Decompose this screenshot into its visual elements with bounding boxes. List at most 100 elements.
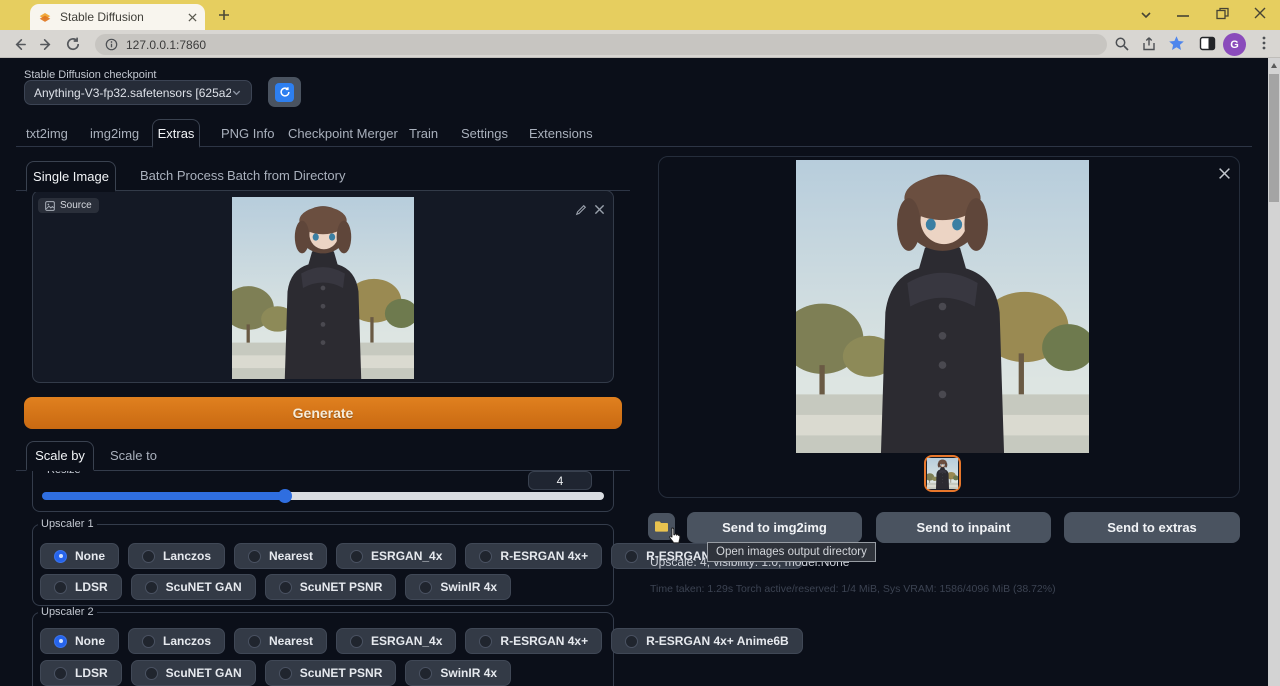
- chip-label: R-ESRGAN 4x+ Anime6B: [646, 634, 789, 648]
- profile-avatar[interactable]: G: [1223, 33, 1246, 56]
- chip-label: ScuNET GAN: [166, 666, 242, 680]
- radio-icon: [248, 550, 261, 563]
- send-to-extras-label: Send to extras: [1107, 520, 1197, 535]
- send-to-img2img-button[interactable]: Send to img2img: [687, 512, 862, 543]
- send-to-extras-button[interactable]: Send to extras: [1064, 512, 1240, 543]
- upscaler1-option-ldsr[interactable]: LDSR: [40, 574, 122, 600]
- radio-icon: [279, 581, 292, 594]
- send-to-inpaint-button[interactable]: Send to inpaint: [876, 512, 1051, 543]
- chip-label: ESRGAN_4x: [371, 549, 442, 563]
- close-window-button[interactable]: [1254, 7, 1266, 19]
- forward-button[interactable]: [39, 37, 54, 52]
- tab-settings[interactable]: Settings: [461, 126, 508, 141]
- screen: Stable Diffusion 127.0.0.1:7860: [0, 0, 1280, 686]
- upscaler1-label: Upscaler 1: [38, 518, 97, 530]
- tab-img2img[interactable]: img2img: [90, 126, 139, 141]
- radio-icon: [248, 635, 261, 648]
- source-chip: Source: [38, 198, 99, 213]
- gallery-close-icon[interactable]: [1218, 167, 1231, 180]
- new-tab-button[interactable]: [218, 9, 230, 21]
- tab-scale-by[interactable]: Scale by: [26, 441, 94, 471]
- upscaler1-option-scunet-psnr[interactable]: ScuNET PSNR: [265, 574, 397, 600]
- share-icon[interactable]: [1141, 36, 1157, 52]
- avatar-letter: G: [1230, 39, 1239, 51]
- upscaler2-option-esrgan4x[interactable]: ESRGAN_4x: [336, 628, 456, 654]
- chip-label: ScuNET GAN: [166, 580, 242, 594]
- upscaler2-option-none[interactable]: None: [40, 628, 119, 654]
- scrollbar-thumb[interactable]: [1269, 74, 1279, 202]
- radio-icon: [419, 667, 432, 680]
- gradio-favicon: [38, 10, 52, 24]
- minimize-button[interactable]: [1177, 14, 1189, 18]
- main-tabs-divider: [16, 146, 1252, 147]
- resize-slider-handle[interactable]: [278, 489, 292, 503]
- upscaler2-option-scunet-psnr[interactable]: ScuNET PSNR: [265, 660, 397, 686]
- edit-image-icon[interactable]: [575, 204, 587, 216]
- upscaler2-option-swinir4x[interactable]: SwinIR 4x: [405, 660, 511, 686]
- chip-label: None: [75, 549, 105, 563]
- upscaler1-option-nearest[interactable]: Nearest: [234, 543, 327, 569]
- tab-close-icon[interactable]: [188, 13, 197, 22]
- upscaler1-option-lanczos[interactable]: Lanczos: [128, 543, 225, 569]
- chip-label: SwinIR 4x: [440, 580, 497, 594]
- upscaler2-option-lanczos[interactable]: Lanczos: [128, 628, 225, 654]
- tab-batch-process[interactable]: Batch Process: [140, 168, 224, 183]
- tab-checkpoint-merger[interactable]: Checkpoint Merger: [288, 126, 398, 141]
- tab-single-image[interactable]: Single Image: [26, 161, 116, 192]
- upscaler1-option-esrgan4x[interactable]: ESRGAN_4x: [336, 543, 456, 569]
- clear-image-icon[interactable]: [594, 204, 605, 215]
- source-image[interactable]: [232, 197, 414, 379]
- upscaler2-option-ldsr[interactable]: LDSR: [40, 660, 122, 686]
- radio-icon: [54, 581, 67, 594]
- refresh-icon: [275, 83, 294, 102]
- upscaler2-option-nearest[interactable]: Nearest: [234, 628, 327, 654]
- upscaler2-option-scunet-gan[interactable]: ScuNET GAN: [131, 660, 256, 686]
- maximize-button[interactable]: [1216, 7, 1229, 20]
- back-button[interactable]: [12, 37, 27, 52]
- upscaler2-label: Upscaler 2: [38, 606, 97, 618]
- chip-label: R-ESRGAN 4x+: [500, 549, 588, 563]
- tab-batch-from-directory[interactable]: Batch from Directory: [227, 168, 345, 183]
- bookmark-star-icon[interactable]: [1168, 35, 1185, 52]
- upscaler1-option-resrgan4x[interactable]: R-ESRGAN 4x+: [465, 543, 602, 569]
- refresh-checkpoints-button[interactable]: [268, 77, 301, 107]
- resize-slider-track[interactable]: [42, 492, 604, 500]
- radio-icon: [145, 581, 158, 594]
- image-icon: [45, 201, 55, 211]
- upscaler2-option-resrgan4x[interactable]: R-ESRGAN 4x+: [465, 628, 602, 654]
- radio-icon: [419, 581, 432, 594]
- tab-extensions[interactable]: Extensions: [529, 126, 593, 141]
- resize-panel: [32, 470, 614, 512]
- tab-search-chevron-icon[interactable]: [1139, 8, 1153, 22]
- browser-tab[interactable]: Stable Diffusion: [30, 4, 205, 30]
- checkpoint-dropdown[interactable]: Anything-V3-fp32.safetensors [625a2ba2]: [24, 80, 252, 105]
- chevron-down-icon: [231, 87, 242, 98]
- upscaler1-option-none[interactable]: None: [40, 543, 119, 569]
- scrollbar-up-arrow[interactable]: [1271, 63, 1277, 68]
- tab-extras[interactable]: Extras: [152, 119, 200, 148]
- side-panel-icon[interactable]: [1199, 35, 1216, 52]
- upscaler1-option-scunet-gan[interactable]: ScuNET GAN: [131, 574, 256, 600]
- upscaler2-option-resrgan-anime6b[interactable]: R-ESRGAN 4x+ Anime6B: [611, 628, 803, 654]
- send-to-img2img-label: Send to img2img: [722, 520, 827, 535]
- tab-train[interactable]: Train: [409, 126, 438, 141]
- chip-label: LDSR: [75, 580, 108, 594]
- tab-png-info[interactable]: PNG Info: [221, 126, 274, 141]
- tab-txt2img[interactable]: txt2img: [26, 126, 68, 141]
- browser-menu-icon[interactable]: [1257, 35, 1271, 51]
- checkpoint-value: Anything-V3-fp32.safetensors [625a2ba2]: [34, 86, 231, 100]
- reload-button[interactable]: [65, 36, 81, 52]
- generate-button[interactable]: Generate: [24, 397, 622, 429]
- upscaler1-option-swinir4x[interactable]: SwinIR 4x: [405, 574, 511, 600]
- resize-value-input[interactable]: 4: [528, 471, 592, 490]
- site-info-icon[interactable]: [105, 38, 118, 51]
- gallery-thumbnail[interactable]: [924, 455, 961, 492]
- tab-scale-to[interactable]: Scale to: [110, 448, 157, 463]
- chip-label: LDSR: [75, 666, 108, 680]
- chip-label: ESRGAN_4x: [371, 634, 442, 648]
- zoom-icon[interactable]: [1114, 36, 1130, 52]
- result-image[interactable]: [796, 160, 1089, 453]
- address-bar[interactable]: 127.0.0.1:7860: [95, 34, 1107, 55]
- source-label: Source: [60, 200, 92, 211]
- radio-icon: [350, 550, 363, 563]
